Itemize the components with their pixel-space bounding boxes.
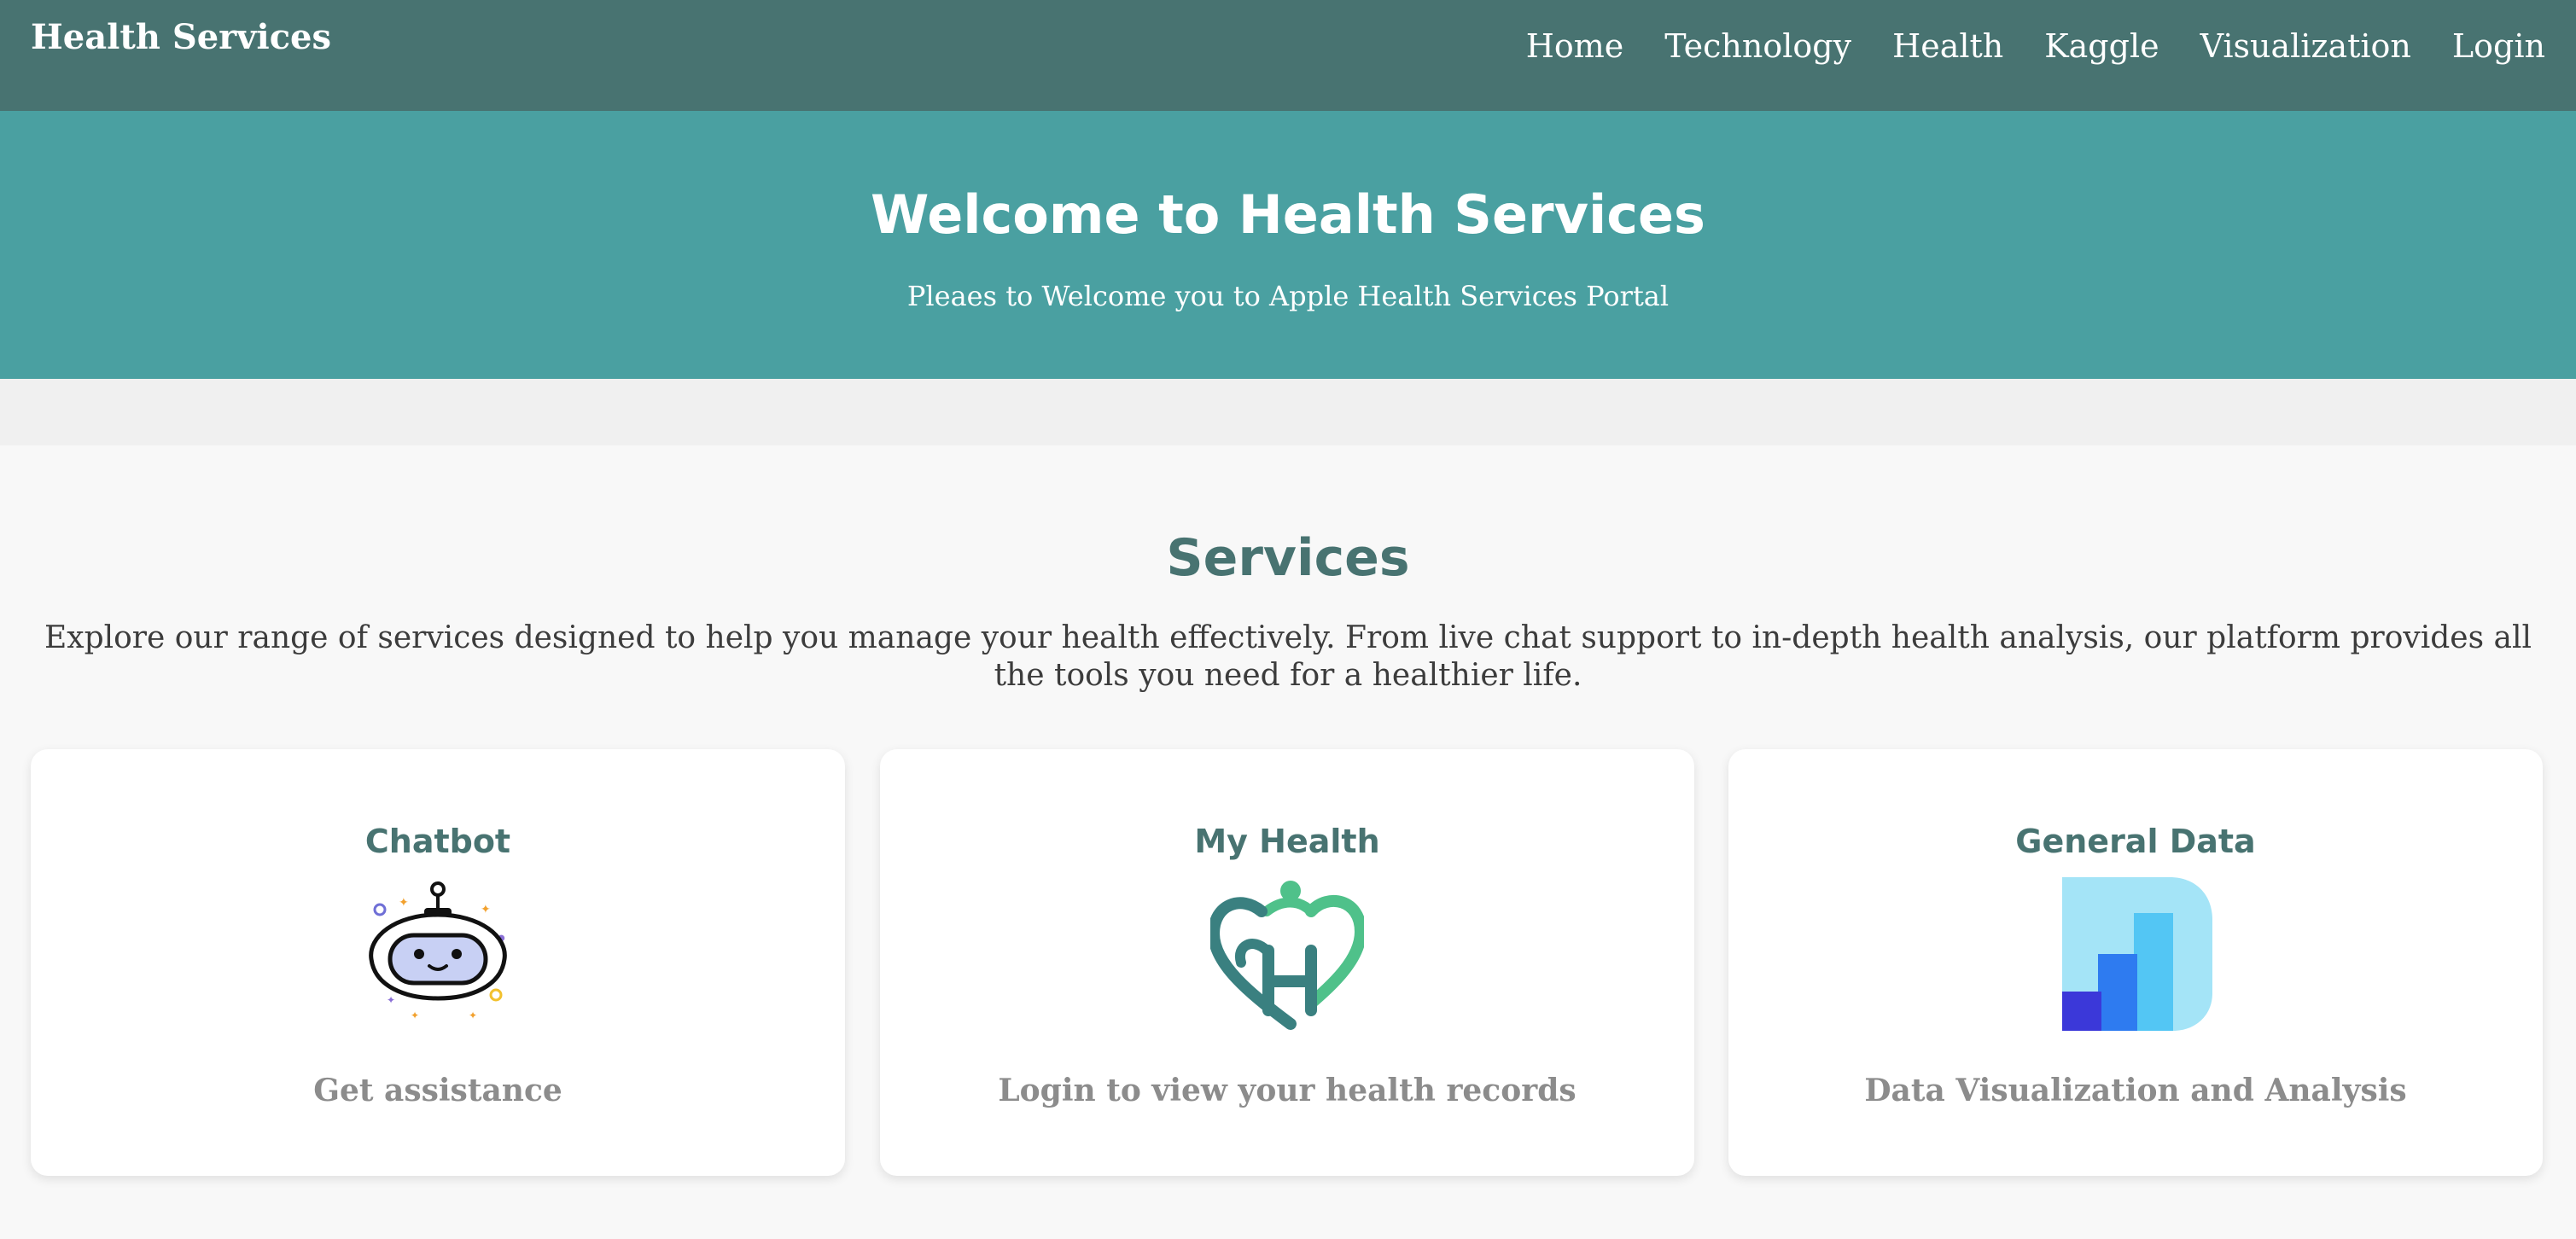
hero-banner: Welcome to Health Services Pleaes to Wel… (0, 111, 2576, 379)
nav-visualization-link[interactable]: Visualization (2200, 20, 2411, 72)
service-card-subtitle: Data Visualization and Analysis (1864, 1073, 2407, 1108)
svg-text:✦: ✦ (387, 994, 395, 1006)
section-divider-band (0, 379, 2576, 445)
service-card-general-data[interactable]: General Data Data Visualization and Anal… (1728, 749, 2543, 1176)
hero-subtitle: Pleaes to Welcome you to Apple Health Se… (906, 280, 1670, 312)
main-nav: Home Technology Health Kaggle Visualizat… (1526, 20, 2545, 72)
nav-home-link[interactable]: Home (1526, 20, 1624, 72)
bar-chart-icon (2062, 877, 2212, 1031)
services-description: Explore our range of services designed t… (44, 620, 2532, 693)
nav-login-link[interactable]: Login (2452, 20, 2545, 72)
robot-icon: ✦ ✦ ✦ ✦ ✦ ● (369, 881, 507, 1021)
svg-text:✦: ✦ (481, 903, 491, 916)
service-card-my-health[interactable]: My Health Login to view your health reco… (880, 749, 1694, 1176)
heart-h-icon (1210, 881, 1364, 1030)
service-card-subtitle: Login to view your health records (998, 1073, 1576, 1108)
service-card-title: General Data (2015, 823, 2256, 860)
svg-text:✦: ✦ (411, 1009, 419, 1021)
hero-title: Welcome to Health Services (871, 183, 1705, 246)
service-card-subtitle: Get assistance (313, 1073, 562, 1108)
brand-logo-text[interactable]: Health Services (31, 12, 331, 63)
nav-technology-link[interactable]: Technology (1664, 20, 1851, 72)
service-card-chatbot[interactable]: Chatbot ✦ ✦ ✦ ✦ ✦ ● Get assistance (31, 749, 845, 1176)
service-card-title: My Health (1194, 823, 1380, 860)
nav-health-link[interactable]: Health (1892, 20, 2003, 72)
services-heading: Services (1166, 528, 1410, 588)
nav-kaggle-link[interactable]: Kaggle (2044, 20, 2159, 72)
top-navbar: Health Services Home Technology Health K… (0, 0, 2576, 111)
service-card-title: Chatbot (364, 823, 511, 860)
svg-text:✦: ✦ (469, 1009, 477, 1021)
svg-text:✦: ✦ (399, 896, 409, 910)
